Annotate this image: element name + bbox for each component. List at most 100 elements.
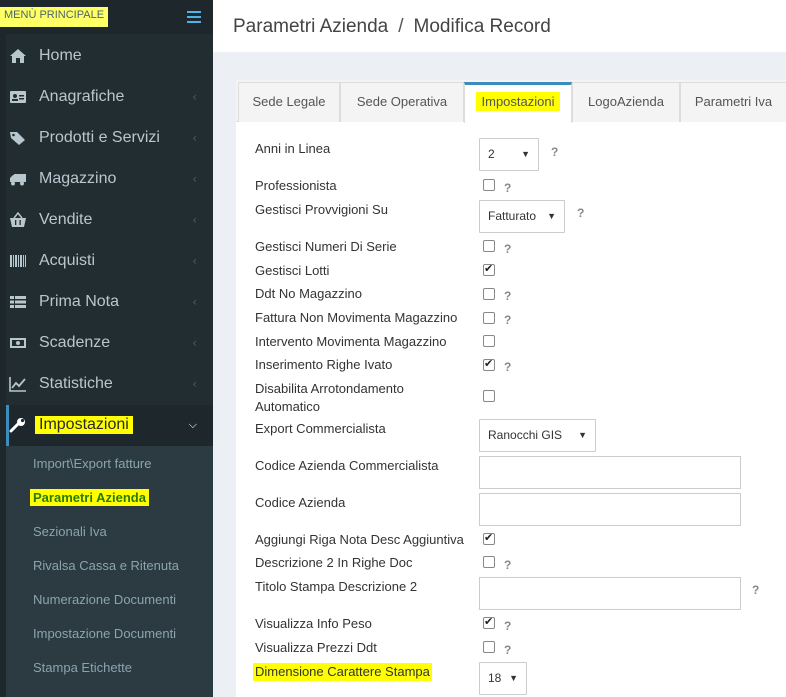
- chevron-left-icon: ‹: [192, 295, 197, 309]
- professionista-label: Professionista: [255, 178, 337, 193]
- sidebar-item-label: Statistiche: [39, 375, 113, 392]
- submenu-item-numerazione[interactable]: Numerazione Documenti: [33, 592, 176, 607]
- numeri-serie-label: Gestisci Numeri Di Serie: [255, 239, 397, 254]
- sidebar-header: MENÙ PRINCIPALE: [0, 0, 213, 34]
- codice-azienda-input[interactable]: [479, 493, 741, 526]
- help-icon[interactable]: ?: [752, 583, 759, 597]
- dropdown-arrow-icon: ▼: [578, 430, 587, 440]
- sidebar-header-title: MENÙ PRINCIPALE: [0, 7, 109, 27]
- provvigioni-value: Fatturato: [488, 209, 537, 223]
- export-value: Ranocchi GIS: [488, 428, 563, 442]
- codice-azienda-label: Codice Azienda: [255, 495, 346, 510]
- dropdown-arrow-icon: ▼: [521, 149, 530, 159]
- sidebar-item-magazzino[interactable]: Magazzino ‹: [6, 159, 213, 200]
- help-icon[interactable]: ?: [504, 643, 511, 657]
- tab-logo-azienda[interactable]: LogoAzienda: [572, 82, 680, 122]
- sidebar-item-prima-nota[interactable]: Prima Nota ‹: [6, 282, 213, 323]
- help-icon[interactable]: ?: [504, 558, 511, 572]
- chevron-left-icon: ‹: [192, 213, 197, 227]
- tab-impostazioni[interactable]: Impostazioni: [464, 82, 572, 123]
- info-peso-checkbox[interactable]: [483, 615, 495, 629]
- righe-ivato-checkbox[interactable]: [483, 357, 495, 371]
- arrotondamento-label-line1: Disabilita Arrotondamento: [255, 381, 404, 396]
- sidebar-item-acquisti[interactable]: Acquisti ‹: [6, 241, 213, 282]
- submenu-item-parametri-azienda[interactable]: Parametri Azienda: [30, 489, 149, 506]
- sidebar-item-label: Vendite: [39, 211, 93, 228]
- sidebar-item-vendite[interactable]: Vendite ‹: [6, 200, 213, 241]
- provvigioni-label: Gestisci Provvigioni Su: [255, 202, 388, 217]
- chevron-down-icon: ⌵: [188, 418, 197, 431]
- help-icon[interactable]: ?: [504, 619, 511, 633]
- menu-toggle-icon[interactable]: [187, 11, 201, 23]
- sidebar-item-label: Home: [39, 47, 82, 64]
- codice-commercialista-label: Codice Azienda Commercialista: [255, 458, 439, 473]
- ddt-label: Ddt No Magazzino: [255, 286, 362, 301]
- anni-select[interactable]: 2 ▼: [479, 138, 539, 171]
- breadcrumb: Parametri Azienda / Modifica Record: [233, 16, 551, 38]
- sidebar-item-prodotti[interactable]: Prodotti e Servizi ‹: [6, 118, 213, 159]
- help-icon[interactable]: ?: [577, 206, 584, 220]
- help-icon[interactable]: ?: [504, 181, 511, 195]
- titolo-stampa-label: Titolo Stampa Descrizione 2: [255, 579, 418, 594]
- professionista-checkbox[interactable]: [483, 179, 495, 191]
- prezzi-ddt-checkbox[interactable]: [483, 641, 495, 653]
- content-header: Parametri Azienda / Modifica Record: [213, 0, 786, 52]
- numeri-serie-checkbox[interactable]: [483, 240, 495, 252]
- help-icon[interactable]: ?: [551, 145, 558, 159]
- help-icon[interactable]: ?: [504, 313, 511, 327]
- main-content: Parametri Azienda / Modifica Record Sede L…: [213, 0, 786, 697]
- riga-nota-checkbox[interactable]: [483, 531, 495, 545]
- descrizione2-label: Descrizione 2 In Righe Doc: [255, 555, 413, 570]
- list-icon: [10, 296, 26, 308]
- intervento-checkbox[interactable]: [483, 335, 495, 347]
- sidebar-item-label: Prodotti e Servizi: [39, 129, 160, 146]
- submenu-item-stampa-etichette[interactable]: Stampa Etichette: [33, 660, 132, 675]
- arrotondamento-checkbox[interactable]: [483, 390, 495, 402]
- lotti-checkbox[interactable]: [483, 262, 495, 276]
- fattura-checkbox[interactable]: [483, 312, 495, 324]
- sidebar-item-scadenze[interactable]: Scadenze ‹: [6, 323, 213, 364]
- sidebar-item-label: Anagrafiche: [39, 88, 125, 105]
- export-select[interactable]: Ranocchi GIS ▼: [479, 419, 596, 452]
- sidebar-item-impostazioni[interactable]: Impostazioni ⌵: [6, 405, 213, 446]
- chevron-left-icon: ‹: [192, 90, 197, 104]
- export-label: Export Commercialista: [255, 421, 386, 436]
- help-icon[interactable]: ?: [504, 360, 511, 374]
- ddt-checkbox[interactable]: [483, 288, 495, 300]
- intervento-label: Intervento Movimenta Magazzino: [255, 334, 447, 349]
- tab-bar: Sede Legale Sede Operativa Impostazioni …: [236, 80, 786, 123]
- prezzi-ddt-label: Visualizza Prezzi Ddt: [255, 640, 377, 655]
- help-icon[interactable]: ?: [504, 242, 511, 256]
- address-card-icon: [10, 91, 26, 103]
- tab-parametri-iva[interactable]: Parametri Iva: [680, 82, 786, 122]
- sidebar-item-anagrafiche[interactable]: Anagrafiche ‹: [6, 77, 213, 118]
- breadcrumb-part-2: Modifica Record: [413, 16, 551, 37]
- submenu-item-import-export[interactable]: Import\Export fatture: [33, 456, 152, 471]
- descrizione2-checkbox[interactable]: [483, 556, 495, 568]
- submenu-item-impostazione-documenti[interactable]: Impostazione Documenti: [33, 626, 176, 641]
- submenu-item-sezionali-iva[interactable]: Sezionali Iva: [33, 524, 107, 539]
- sidebar-item-home[interactable]: Home: [6, 36, 213, 77]
- settings-panel: Sede Legale Sede Operativa Impostazioni …: [236, 80, 786, 697]
- codice-commercialista-input[interactable]: [479, 456, 741, 489]
- chevron-left-icon: ‹: [192, 336, 197, 350]
- provvigioni-select[interactable]: Fatturato ▼: [479, 200, 565, 233]
- lotti-label: Gestisci Lotti: [255, 263, 330, 278]
- titolo-stampa-input[interactable]: [479, 577, 741, 610]
- fattura-label: Fattura Non Movimenta Magazzino: [255, 310, 458, 325]
- wrench-icon: [9, 418, 25, 433]
- help-icon[interactable]: ?: [504, 289, 511, 303]
- breadcrumb-part-1[interactable]: Parametri Azienda: [233, 16, 388, 37]
- righe-ivato-label: Inserimento Righe Ivato: [255, 357, 393, 372]
- chevron-left-icon: ‹: [192, 172, 197, 186]
- tab-sede-operativa[interactable]: Sede Operativa: [340, 82, 464, 122]
- submenu-item-rivalsa[interactable]: Rivalsa Cassa e Ritenuta: [33, 558, 179, 573]
- anni-value: 2: [488, 147, 495, 161]
- sidebar-item-statistiche[interactable]: Statistiche ‹: [6, 364, 213, 405]
- shopping-basket-icon: [10, 212, 26, 227]
- dimensione-carattere-select[interactable]: 18 ▼: [479, 662, 527, 695]
- home-icon: [10, 49, 26, 63]
- line-chart-icon: [9, 377, 26, 392]
- breadcrumb-separator: /: [398, 16, 404, 37]
- tab-sede-legale[interactable]: Sede Legale: [238, 82, 340, 122]
